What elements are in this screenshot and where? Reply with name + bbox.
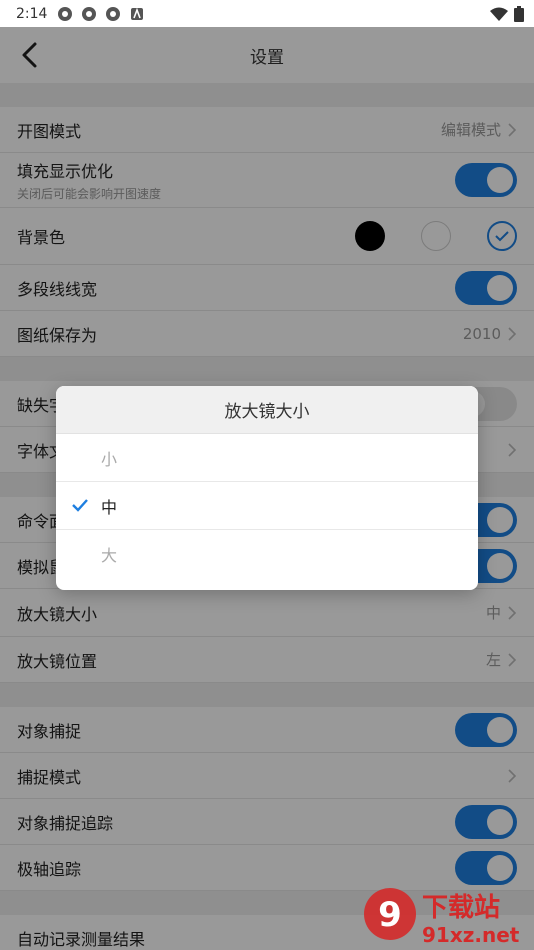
- app-notification-icon: [58, 6, 73, 21]
- dialog-option-medium[interactable]: 中: [56, 482, 478, 530]
- option-label: 中: [101, 497, 118, 517]
- app-notification-icon: [82, 6, 97, 21]
- a-notification-icon: [131, 7, 144, 20]
- check-icon: [72, 499, 88, 512]
- status-time: 2:14: [16, 5, 48, 22]
- option-label: 大: [101, 546, 118, 565]
- magnifier-size-dialog: 放大镜大小 小 中 大: [56, 386, 478, 590]
- status-bar: 2:14: [0, 0, 534, 27]
- dialog-option-large[interactable]: 大: [56, 530, 478, 578]
- wifi-icon: [490, 7, 508, 21]
- site-watermark: 9 下载站 91xz.net: [358, 886, 530, 948]
- dialog-option-small[interactable]: 小: [56, 434, 478, 482]
- watermark-url-text: 91xz.net: [422, 923, 520, 947]
- watermark-logo: 9 下载站 91xz.net: [364, 888, 520, 947]
- option-label: 小: [101, 449, 118, 469]
- battery-icon: [514, 5, 524, 22]
- app-notification-icon: [106, 6, 121, 21]
- watermark-logo-text: 9: [378, 895, 402, 935]
- watermark-brand-text: 下载站: [422, 893, 500, 923]
- dialog-title: 放大镜大小: [56, 386, 478, 434]
